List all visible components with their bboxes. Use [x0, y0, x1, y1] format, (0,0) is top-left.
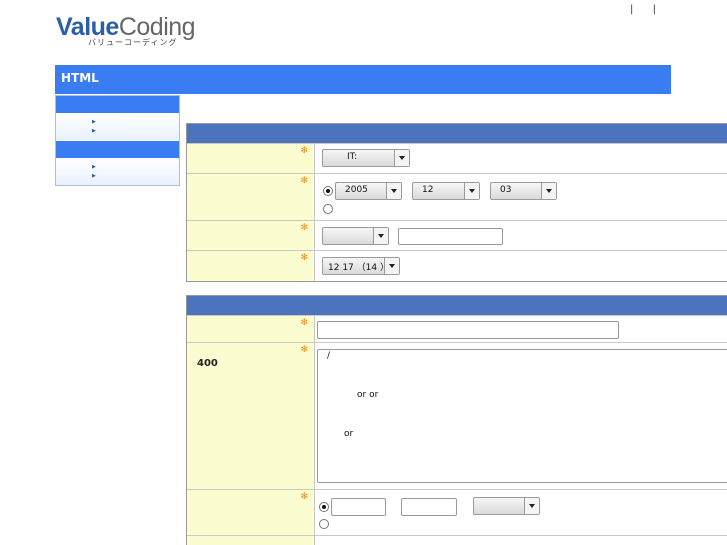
form-row-label: [187, 536, 315, 545]
chevron-down-icon: [394, 150, 409, 166]
body-textarea[interactable]: / or or or: [317, 349, 727, 483]
month-select-value: 12: [422, 185, 434, 195]
form-row-contact: ✻: [187, 490, 727, 536]
logo-tagline: バリューコーディング: [88, 38, 178, 47]
contact-option-radio-selected[interactable]: [319, 502, 329, 512]
form-section-header: [187, 296, 727, 316]
title-input[interactable]: [317, 321, 619, 339]
sidebar-section-list: ▶ ▶: [56, 114, 179, 140]
month-select[interactable]: 12: [412, 182, 480, 200]
page-title-bar: HTML: [55, 65, 671, 94]
triangle-right-icon[interactable]: ▶: [92, 164, 96, 170]
sidebar-section-header: [56, 96, 179, 114]
chevron-down-icon: [384, 258, 399, 274]
age-select-value: 12 17 （14 ）: [328, 263, 389, 273]
required-star-icon: ✻: [300, 146, 308, 156]
required-star-icon: ✻: [300, 492, 308, 502]
form-row-label: ✻: [187, 490, 315, 535]
form-row-label: ✻: [187, 174, 315, 220]
chevron-down-icon: [386, 183, 401, 199]
required-star-icon: ✻: [300, 345, 308, 355]
date-option-radio[interactable]: [323, 204, 333, 214]
year-select-value: 2005: [345, 185, 368, 195]
date-option-radio-selected[interactable]: [323, 186, 333, 196]
body-limit-label: 400: [197, 358, 218, 369]
form-row-body: 400 ✻ / or or or: [187, 343, 727, 490]
contact-input-1[interactable]: [331, 498, 386, 516]
form-row-title: ✻: [187, 316, 727, 343]
textarea-line: or: [344, 429, 354, 439]
required-star-icon: ✻: [300, 176, 308, 186]
form-row-category: ✻ IT:: [187, 144, 727, 174]
textarea-line: /: [327, 351, 331, 361]
text-input[interactable]: [398, 228, 503, 245]
sidebar-section-header: [56, 141, 179, 159]
contact-input-2[interactable]: [401, 498, 457, 516]
form-row-age: ✻ 12 17 （14 ）: [187, 251, 727, 281]
triangle-right-icon[interactable]: ▶: [92, 128, 96, 134]
required-star-icon: ✻: [300, 318, 308, 328]
header-link-separator: |: [652, 4, 656, 15]
form-row-label: ✻: [187, 316, 315, 342]
category-select-value: IT:: [347, 152, 358, 162]
age-select[interactable]: 12 17 （14 ）: [322, 257, 400, 275]
form-row-label: ✻: [187, 221, 315, 250]
form-section-header: [187, 124, 727, 144]
triangle-right-icon[interactable]: ▶: [92, 119, 96, 125]
year-select[interactable]: 2005: [335, 182, 402, 200]
contact-option-radio[interactable]: [319, 519, 329, 529]
form-row-label: ✻: [187, 251, 315, 281]
form-row-select-input: ✻: [187, 221, 727, 251]
form-row-next: [187, 536, 727, 545]
chevron-down-icon: [524, 498, 539, 514]
required-star-icon: ✻: [300, 223, 308, 233]
header-link-separator: |: [630, 4, 634, 15]
form-row-label: 400 ✻: [187, 343, 315, 489]
form-row-label: ✻: [187, 144, 315, 173]
day-select[interactable]: 03: [490, 182, 557, 200]
textarea-line: or or: [357, 390, 379, 400]
sidebar: ▶ ▶ ▶ ▶: [55, 95, 180, 186]
form-section-2: ✻ 400 ✻ / or or or ✻: [186, 295, 727, 545]
header-links: | |: [624, 4, 666, 15]
form-row-date: ✻ 2005 12 03: [187, 174, 727, 221]
chevron-down-icon: [464, 183, 479, 199]
chevron-down-icon: [541, 183, 556, 199]
day-select-value: 03: [500, 185, 512, 195]
triangle-right-icon[interactable]: ▶: [92, 173, 96, 179]
contact-select[interactable]: [473, 497, 540, 515]
page-title: HTML: [61, 71, 99, 85]
form-section-1: ✻ IT: ✻ 2005 12 03 ✻ ✻ 12 17 （14 ）: [186, 123, 727, 282]
option-select[interactable]: [322, 227, 389, 245]
chevron-down-icon: [373, 228, 388, 244]
sidebar-section-list: ▶ ▶: [56, 159, 179, 185]
required-star-icon: ✻: [300, 253, 308, 263]
category-select[interactable]: IT:: [322, 149, 410, 167]
site-logo[interactable]: ValueCoding バリューコーディング: [56, 13, 216, 53]
